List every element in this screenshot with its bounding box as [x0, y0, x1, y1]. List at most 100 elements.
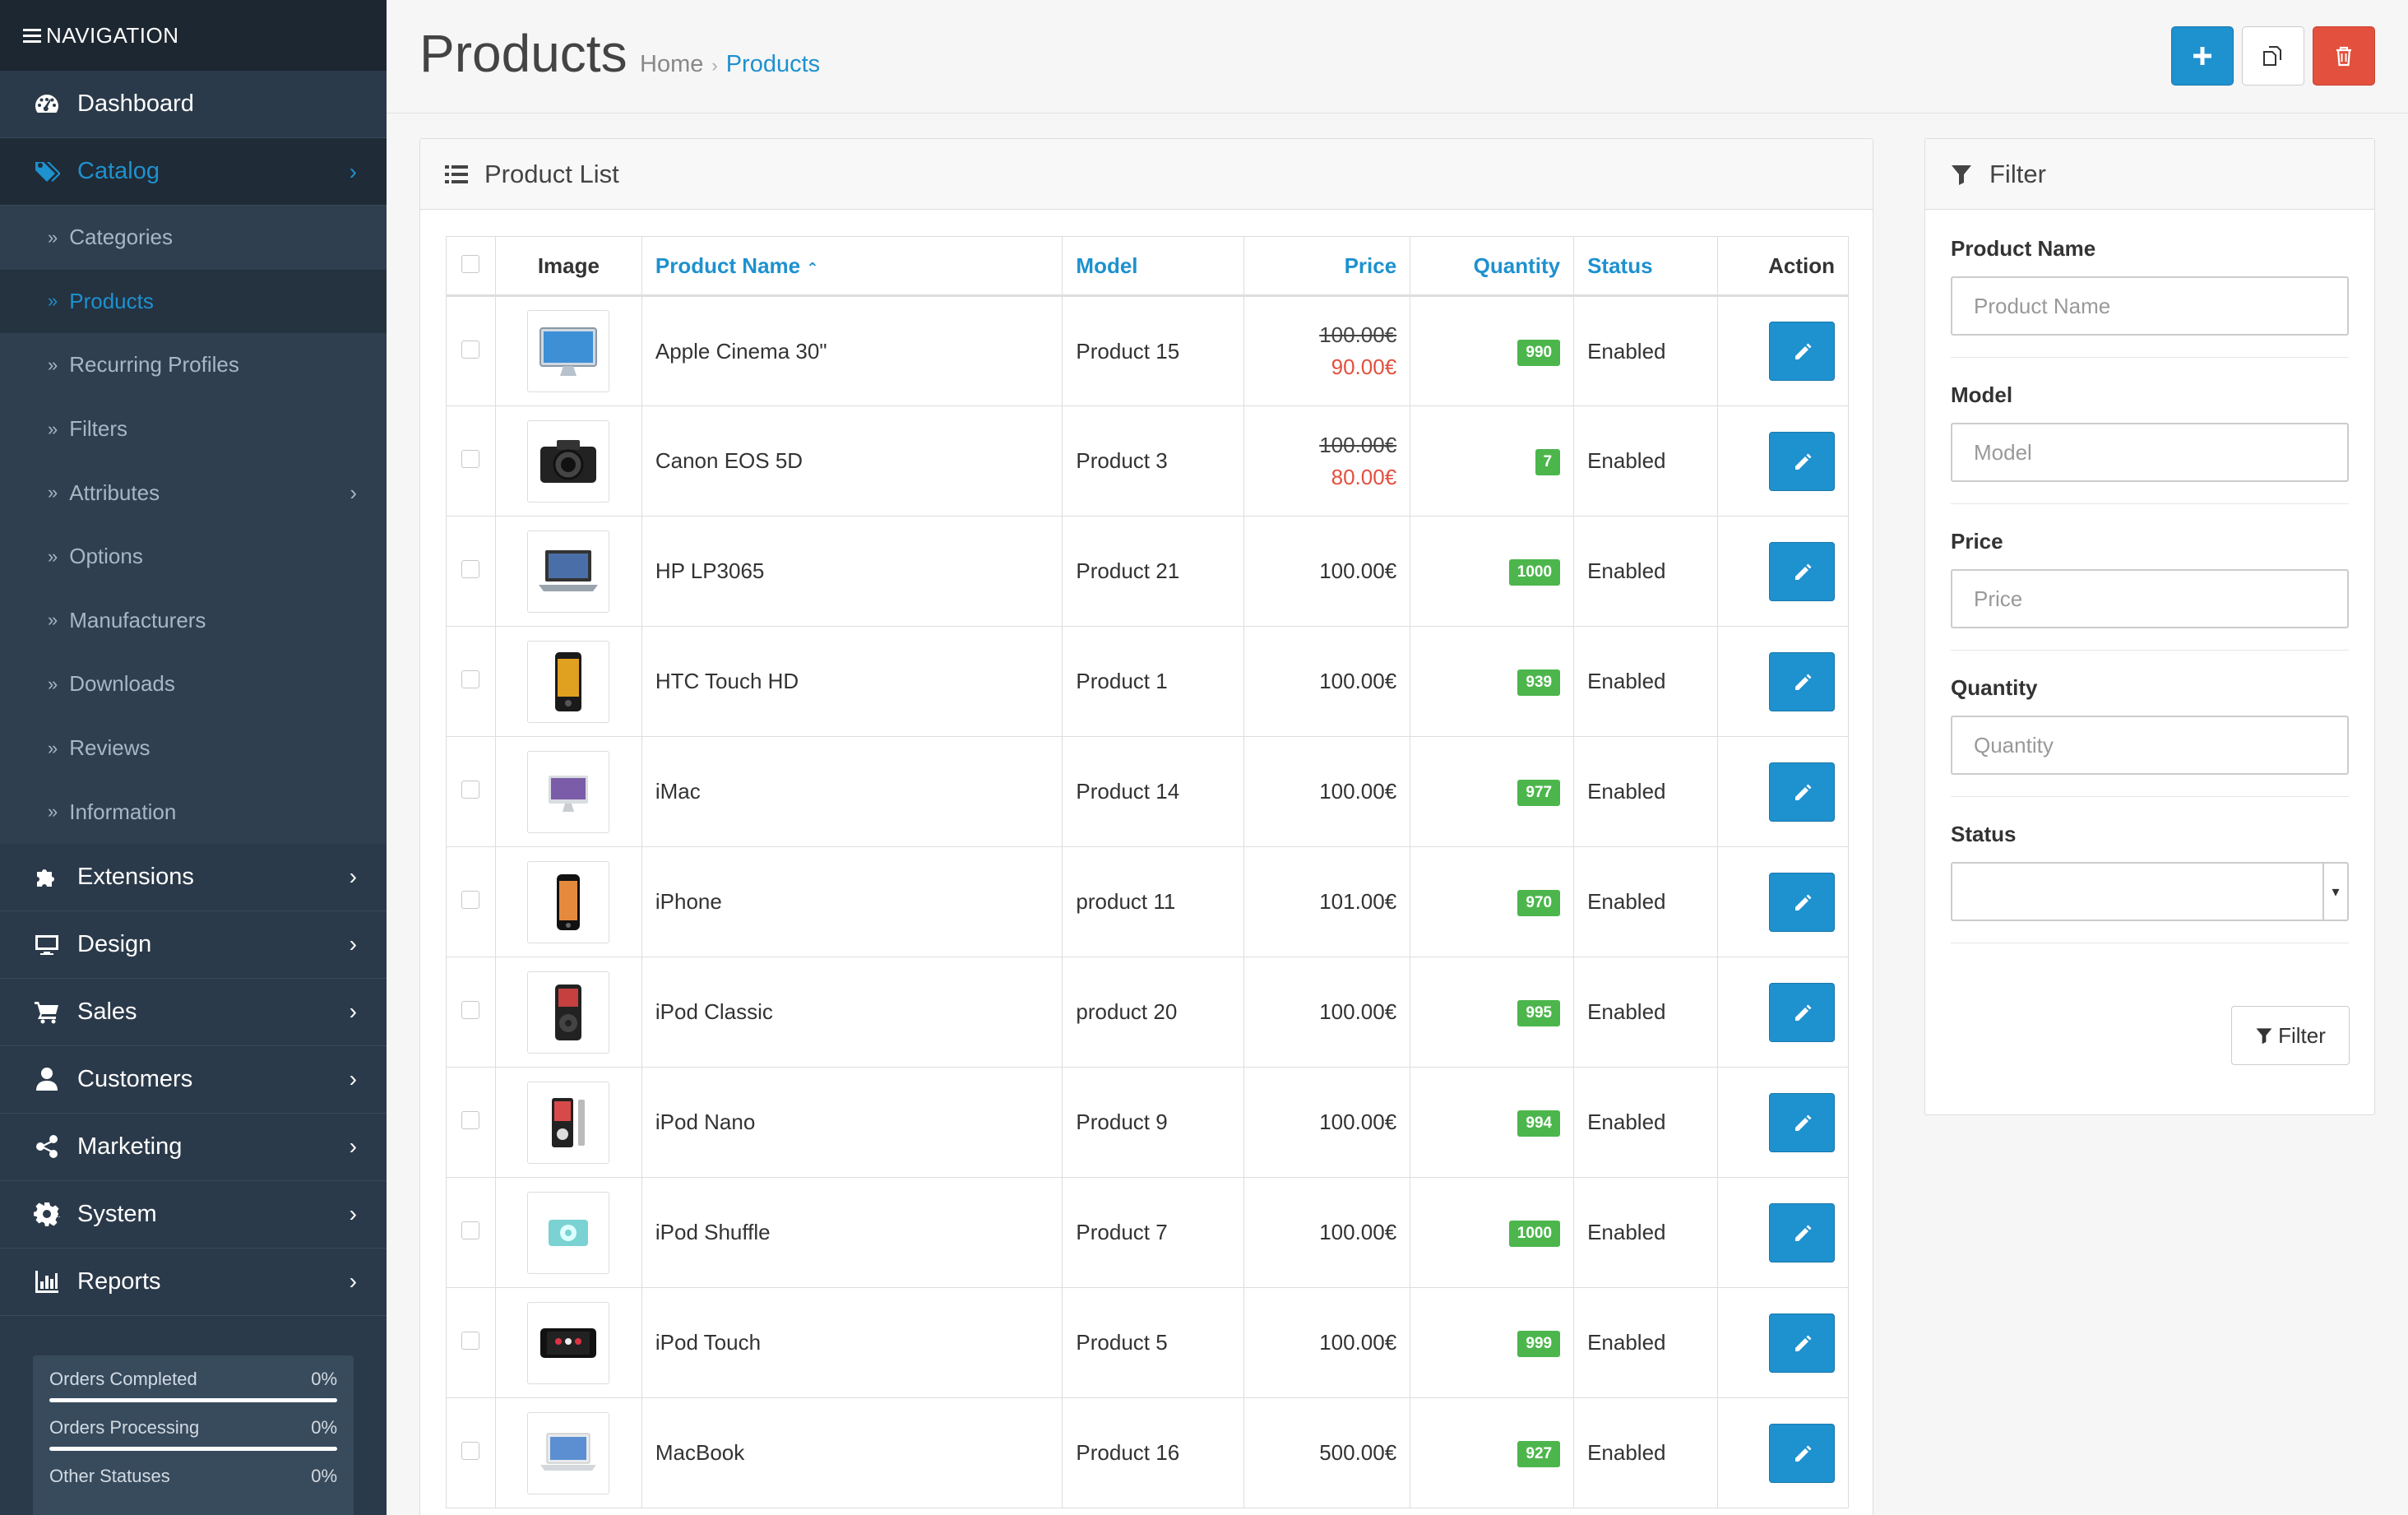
edit-product-button[interactable]	[1769, 1202, 1835, 1262]
menu-item-sales[interactable]: Sales ›	[0, 978, 387, 1046]
menu-item-system[interactable]: System ›	[0, 1180, 387, 1249]
breadcrumb-home[interactable]: Home	[640, 51, 703, 77]
menu-item-label: Reports	[77, 1267, 161, 1295]
edit-product-button[interactable]	[1769, 651, 1835, 711]
filter-price-input[interactable]: Price	[1951, 569, 2349, 628]
row-checkbox[interactable]	[461, 1442, 480, 1460]
menu-item-label: Extensions	[77, 863, 194, 890]
column-header-quantity[interactable]: Quantity	[1410, 236, 1575, 297]
navigation-header[interactable]: NAVIGATION	[0, 0, 387, 71]
filter-group-product-name: Product Name Product Name	[1951, 236, 2349, 358]
edit-product-button[interactable]	[1769, 541, 1835, 601]
edit-product-button[interactable]	[1769, 1092, 1835, 1152]
column-header-status[interactable]: Status	[1573, 236, 1718, 297]
product-quantity-cell: 927	[1410, 1397, 1575, 1508]
share-icon	[31, 1131, 63, 1162]
menu-item-label: Marketing	[77, 1133, 183, 1160]
chevron-right-icon: ›	[349, 931, 357, 957]
edit-product-button[interactable]	[1769, 762, 1835, 822]
row-checkbox[interactable]	[461, 1111, 480, 1129]
column-header-product-name[interactable]: Product Name ⌃	[641, 236, 1063, 297]
product-name: MacBook	[641, 1397, 1063, 1508]
monitor-icon	[31, 929, 63, 960]
product-quantity-cell: 1000	[1410, 516, 1575, 627]
filter-label: Quantity	[1951, 675, 2038, 700]
sub-item-label: Products	[69, 288, 154, 313]
row-checkbox[interactable]	[461, 1221, 480, 1239]
product-price-cell: 100.00€ 80.00€	[1243, 405, 1411, 517]
chevron-right-icon: ›	[349, 864, 357, 890]
camera-thumb-icon	[527, 419, 610, 503]
sidebar-item-reviews[interactable]: » Reviews	[0, 716, 387, 781]
add-product-button[interactable]	[2171, 26, 2234, 86]
row-checkbox[interactable]	[461, 891, 480, 909]
menu-item-design[interactable]: Design ›	[0, 910, 387, 979]
stat-orders-processing: Orders Processing 0%	[49, 1417, 337, 1451]
row-checkbox[interactable]	[461, 1332, 480, 1350]
product-price: 500.00€	[1319, 1440, 1397, 1465]
edit-product-button[interactable]	[1769, 982, 1835, 1042]
product-name: HP LP3065	[641, 516, 1063, 627]
stat-value: 0%	[311, 1466, 337, 1486]
sidebar-item-options[interactable]: » Options	[0, 525, 387, 589]
product-name: Apple Cinema 30"	[641, 295, 1063, 406]
select-arrow-icon[interactable]: ▾	[2322, 864, 2347, 920]
double-chevron-icon: »	[48, 545, 58, 567]
breadcrumb-current[interactable]: Products	[726, 51, 820, 77]
menu-item-dashboard[interactable]: Dashboard	[0, 71, 387, 138]
table-row: iPhone product 11 101.00€ 970 Enabled	[446, 846, 1849, 957]
row-checkbox[interactable]	[461, 560, 480, 578]
ipod-nano-thumb-icon	[527, 1081, 610, 1164]
row-checkbox[interactable]	[461, 781, 480, 799]
edit-product-button[interactable]	[1769, 1423, 1835, 1483]
product-image-cell	[494, 295, 642, 406]
menu-item-extensions[interactable]: Extensions ›	[0, 843, 387, 911]
filter-quantity-input[interactable]: Quantity	[1951, 716, 2349, 775]
delete-product-button[interactable]	[2313, 26, 2375, 86]
menu-item-marketing[interactable]: Marketing ›	[0, 1113, 387, 1181]
menu-item-customers[interactable]: Customers ›	[0, 1045, 387, 1114]
product-quantity-cell: 994	[1410, 1067, 1575, 1178]
row-checkbox[interactable]	[461, 340, 480, 359]
sub-item-label: Reviews	[69, 735, 150, 761]
menu-item-catalog[interactable]: Catalog ›	[0, 138, 387, 206]
row-checkbox[interactable]	[461, 670, 480, 688]
product-image-cell	[494, 1287, 642, 1398]
sidebar-item-information[interactable]: » Information	[0, 780, 387, 844]
filter-model-input[interactable]: Model	[1951, 423, 2349, 482]
column-header-price[interactable]: Price	[1243, 236, 1411, 297]
product-status: Enabled	[1573, 516, 1718, 627]
product-price-cell: 100.00€	[1243, 957, 1411, 1068]
pencil-icon	[1795, 784, 1812, 800]
sub-item-label: Options	[69, 544, 143, 569]
sidebar-item-attributes[interactable]: » Attributes ›	[0, 461, 387, 525]
original-price: 100.00€	[1319, 322, 1397, 347]
hamburger-icon[interactable]	[23, 25, 41, 46]
copy-icon	[2263, 46, 2281, 66]
filter-product-name-input[interactable]: Product Name	[1951, 276, 2349, 336]
row-checkbox[interactable]	[461, 1001, 480, 1019]
copy-product-button[interactable]	[2242, 26, 2304, 86]
product-status: Enabled	[1573, 626, 1718, 737]
edit-product-button[interactable]	[1769, 431, 1835, 491]
edit-product-button[interactable]	[1769, 1313, 1835, 1373]
select-all-checkbox[interactable]	[461, 254, 480, 273]
navigation-title: NAVIGATION	[46, 22, 179, 48]
product-action-cell	[1717, 295, 1849, 406]
menu-item-reports[interactable]: Reports ›	[0, 1248, 387, 1316]
column-header-model[interactable]: Model	[1062, 236, 1245, 297]
product-image-cell	[494, 626, 642, 737]
filter-button[interactable]: Filter	[2231, 1006, 2350, 1065]
sidebar-item-downloads[interactable]: » Downloads	[0, 652, 387, 716]
sidebar-item-filters[interactable]: » Filters	[0, 397, 387, 461]
double-chevron-icon: »	[48, 737, 58, 758]
sidebar-item-manufacturers[interactable]: » Manufacturers	[0, 589, 387, 653]
row-checkbox[interactable]	[461, 450, 480, 468]
sidebar-item-recurring-profiles[interactable]: » Recurring Profiles	[0, 333, 387, 397]
sidebar-item-products[interactable]: » Products	[0, 269, 387, 334]
edit-product-button[interactable]	[1769, 872, 1835, 932]
filter-status-select[interactable]: ▾	[1951, 862, 2349, 921]
edit-product-button[interactable]	[1769, 322, 1835, 381]
sidebar-item-categories[interactable]: » Categories	[0, 206, 387, 270]
product-name: Canon EOS 5D	[641, 405, 1063, 517]
